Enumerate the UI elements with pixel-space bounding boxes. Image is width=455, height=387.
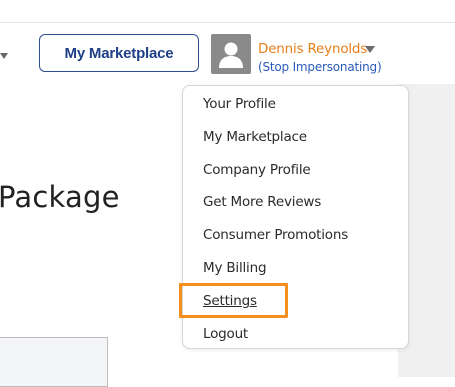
menu-item-my-billing[interactable]: My Billing [203,260,267,276]
content-panel [0,337,108,387]
stop-impersonating-link[interactable]: (Stop Impersonating) [258,60,382,74]
chevron-down-icon[interactable] [0,53,8,59]
menu-item-my-marketplace[interactable]: My Marketplace [203,129,307,145]
menu-item-your-profile[interactable]: Your Profile [203,96,276,112]
chevron-down-icon[interactable] [365,46,375,53]
menu-item-logout[interactable]: Logout [203,326,248,342]
user-avatar-icon[interactable] [211,34,251,74]
my-marketplace-button[interactable]: My Marketplace [39,34,199,72]
header-divider [0,22,455,23]
user-name-link[interactable]: Dennis Reynolds [258,41,367,57]
menu-item-get-more-reviews[interactable]: Get More Reviews [203,194,321,210]
menu-item-company-profile[interactable]: Company Profile [203,162,311,178]
page-title: Package [0,180,120,214]
settings-highlight-box [179,283,288,318]
menu-item-consumer-promotions[interactable]: Consumer Promotions [203,227,348,243]
